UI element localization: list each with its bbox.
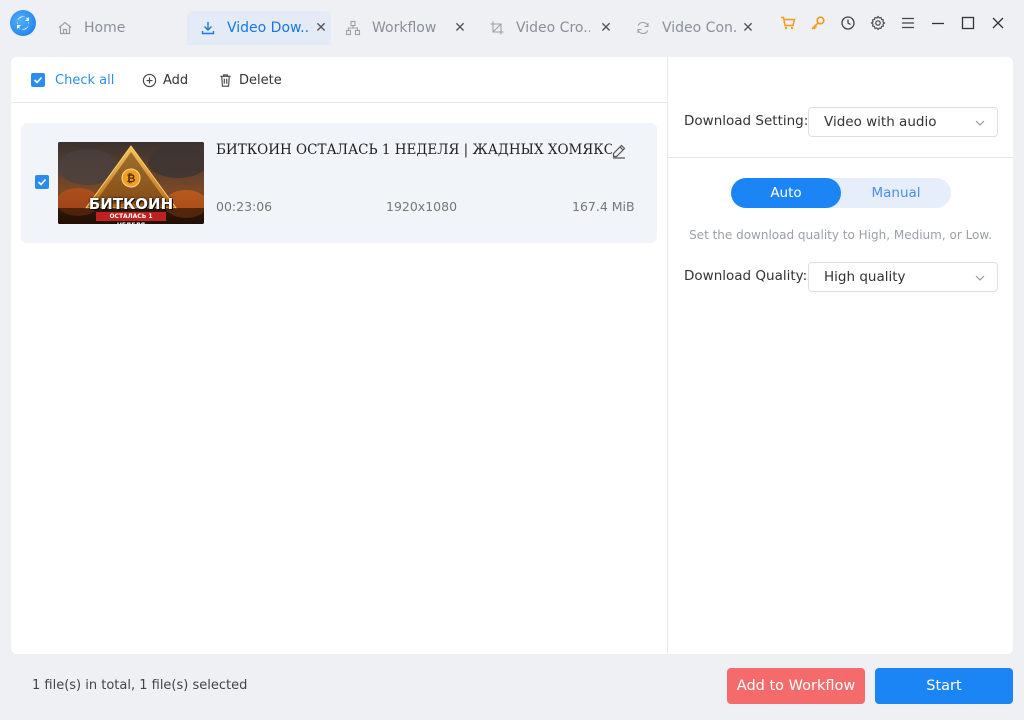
tab-video-downloader-label: Video Dow... [227,20,309,36]
tab-home[interactable]: Home [44,11,172,45]
download-icon [199,19,217,37]
check-all-label: Check all [55,72,115,88]
title-bar: Home Video Dow... ✕ Workflow ✕ Video Cro… [0,0,1024,56]
tab-video-converter[interactable]: Video Con... ✕ [622,11,758,45]
quality-mode-toggle[interactable]: Auto Manual [731,178,951,208]
video-thumbnail: ₿ БИТКОИН ОСТАЛАСЬ 1 НЕДЕЛЯ [58,142,204,224]
file-toolbar: Check all Add Delete [11,57,667,103]
download-quality-select[interactable]: High quality [808,262,998,292]
tab-video-downloader[interactable]: Video Dow... ✕ [187,11,331,45]
minimize-icon[interactable] [929,14,947,32]
app-logo-icon [10,10,36,36]
mode-manual-button[interactable]: Manual [841,178,951,208]
settings-icon[interactable] [869,14,887,32]
divider [668,157,1013,158]
tab-video-cropper-label: Video Cro... [516,20,590,36]
status-text: 1 file(s) in total, 1 file(s) selected [32,678,248,693]
tab-close-icon[interactable]: ✕ [452,20,468,36]
video-resolution: 1920x1080 [386,199,458,214]
tab-workflow-label: Workflow [372,20,437,36]
video-size: 167.4 MiB [572,199,635,214]
tab-workflow[interactable]: Workflow ✕ [332,11,470,45]
maximize-icon[interactable] [959,14,977,32]
thumbnail-subtitle: ОСТАЛАСЬ 1 НЕДЕЛЯ [96,212,166,224]
convert-icon [634,19,652,37]
add-button[interactable]: Add [141,71,188,89]
check-all-button[interactable]: Check all [31,71,114,89]
close-icon[interactable] [989,14,1007,32]
tab-close-icon[interactable]: ✕ [313,20,329,36]
mode-auto-button[interactable]: Auto [731,178,841,208]
delete-button[interactable]: Delete [217,71,282,89]
add-label: Add [163,72,189,88]
download-quality-value: High quality [824,269,906,285]
cart-icon[interactable] [779,14,797,32]
download-setting-label: Download Setting: [684,113,809,129]
workflow-icon [344,19,362,37]
svg-text:₿: ₿ [127,172,136,185]
download-setting-value: Video with audio [824,114,937,130]
tab-video-cropper[interactable]: Video Cro... ✕ [476,11,616,45]
key-icon[interactable] [809,14,827,32]
tab-home-label: Home [84,20,126,36]
tab-video-converter-label: Video Con... [662,20,738,36]
crop-icon [488,19,506,37]
video-duration: 00:23:06 [216,199,273,214]
home-icon [56,19,74,37]
download-setting-select[interactable]: Video with audio [808,107,998,137]
delete-label: Delete [239,72,282,88]
settings-panel: Download Setting: Video with audio Auto … [668,57,1013,654]
history-icon[interactable] [839,14,857,32]
add-icon [141,72,157,88]
add-to-workflow-button[interactable]: Add to Workflow [727,668,865,704]
list-item[interactable]: ₿ БИТКОИН ОСТАЛАСЬ 1 НЕДЕЛЯ БИТКОИН ОСТА… [21,123,657,243]
file-list-panel: Check all Add Delete ₿ БИТКОИН ОСТАЛАСЬ … [11,57,667,654]
chevron-down-icon [975,275,985,281]
tab-close-icon[interactable]: ✕ [598,20,614,36]
start-button[interactable]: Start [875,668,1013,704]
file-checkbox[interactable] [35,175,49,189]
edit-icon[interactable] [610,142,628,160]
menu-icon[interactable] [899,14,917,32]
download-quality-label: Download Quality: [684,268,808,284]
chevron-down-icon [975,120,985,126]
trash-icon [217,72,233,88]
video-title: БИТКОИН ОСТАЛАСЬ 1 НЕДЕЛЯ | ЖАДНЫХ ХОМЯК… [216,142,612,158]
check-all-checkbox[interactable] [31,73,45,87]
thumbnail-title: БИТКОИН [88,195,174,213]
tab-close-icon[interactable]: ✕ [740,20,756,36]
quality-hint: Set the download quality to High, Medium… [689,228,992,242]
